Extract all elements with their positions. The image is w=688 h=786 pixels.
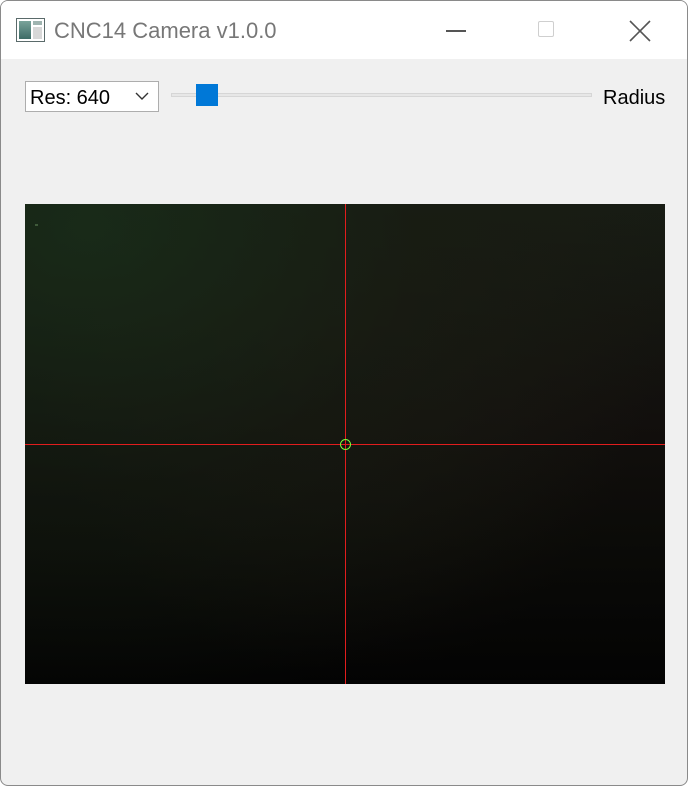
radius-slider[interactable] bbox=[171, 83, 592, 108]
camera-noise-speck bbox=[35, 224, 38, 226]
resolution-select[interactable]: Res: 640 bbox=[25, 81, 159, 112]
close-icon bbox=[629, 20, 651, 42]
app-window-icon[interactable] bbox=[16, 18, 45, 42]
slider-track[interactable] bbox=[171, 93, 592, 97]
minimize-icon bbox=[446, 30, 466, 32]
chevron-down-icon bbox=[135, 92, 149, 100]
slider-thumb[interactable] bbox=[195, 84, 218, 106]
close-button[interactable] bbox=[593, 1, 685, 59]
center-target-circle bbox=[340, 439, 351, 450]
title-bar[interactable]: CNC14 Camera v1.0.0 bbox=[1, 1, 687, 59]
maximize-icon bbox=[538, 21, 554, 37]
app-window: CNC14 Camera v1.0.0 Res: 640 Radius bbox=[0, 0, 688, 786]
radius-label: Radius bbox=[603, 87, 666, 109]
maximize-button[interactable] bbox=[501, 1, 593, 59]
camera-feed[interactable] bbox=[25, 204, 665, 684]
resolution-value: Res: 640 bbox=[30, 87, 111, 109]
window-title: CNC14 Camera v1.0.0 bbox=[54, 18, 277, 43]
minimize-button[interactable] bbox=[410, 1, 502, 59]
